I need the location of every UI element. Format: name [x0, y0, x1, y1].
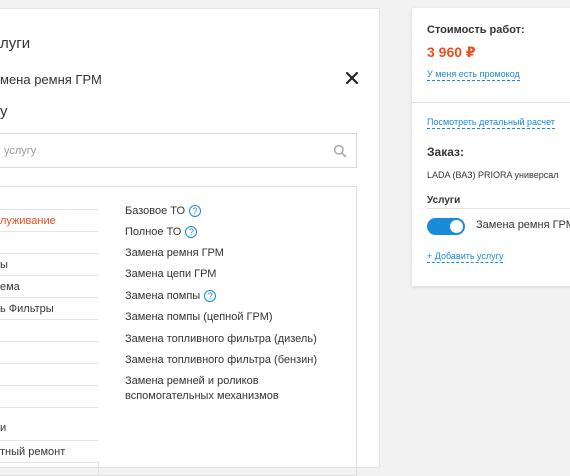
category-item[interactable]	[0, 232, 99, 254]
service-item-label: Замена ремня ГРМ	[125, 247, 224, 259]
service-item-label: Замена помпы (цепной ГРМ)	[125, 311, 273, 323]
service-item[interactable]: Замена топливного фильтра (бензин)	[125, 353, 317, 368]
category-item[interactable]	[0, 187, 99, 210]
panel-heading: луги	[0, 35, 31, 52]
selected-service-label: Замена ремня ГРМ	[476, 219, 570, 231]
service-item[interactable]: Замена помпы (цепной ГРМ)	[125, 310, 273, 325]
help-icon[interactable]: ?	[204, 290, 217, 302]
search-icon[interactable]	[333, 144, 347, 158]
services-label: Услуги	[427, 195, 461, 206]
category-item-filters[interactable]: ь Фильтры	[0, 298, 99, 320]
category-item[interactable]: ы	[0, 254, 99, 276]
category-item[interactable]	[0, 386, 99, 408]
service-item[interactable]: Замена помпы?	[125, 289, 217, 304]
service-catalog: луживание ы ема ь Фильтры и тный ремонт …	[0, 186, 357, 476]
order-summary-card: Стоимость работ: 3 960 ₽ У меня есть про…	[412, 8, 570, 286]
category-item[interactable]: и	[0, 408, 99, 441]
category-item[interactable]	[0, 342, 99, 364]
panel-subheading: у	[0, 103, 8, 120]
service-search-input[interactable]	[0, 134, 320, 167]
close-button[interactable]	[342, 68, 362, 88]
help-icon[interactable]: ?	[185, 226, 198, 238]
category-item-maintenance[interactable]: луживание	[0, 210, 99, 232]
cost-label: Стоимость работ:	[427, 24, 525, 36]
service-item[interactable]: Замена цепи ГРМ	[125, 267, 216, 282]
close-icon	[345, 71, 359, 85]
cost-value: 3 960 ₽	[427, 44, 476, 60]
service-item-label: Замена топливного фильтра (дизель)	[125, 333, 317, 345]
service-item-label: Замена помпы	[125, 290, 201, 302]
category-item[interactable]	[0, 320, 99, 342]
service-item-label: Базовое ТО	[125, 205, 186, 217]
category-item[interactable]: тный ремонт	[0, 441, 99, 463]
service-item-label: Полное ТО	[125, 226, 182, 238]
selected-service-title: мена ремня ГРМ	[0, 72, 102, 87]
order-label: Заказ:	[427, 145, 464, 159]
category-list: луживание ы ема ь Фильтры и тный ремонт	[0, 187, 99, 475]
category-item[interactable]	[0, 364, 99, 386]
service-toggle[interactable]	[427, 218, 465, 235]
promo-code-link[interactable]: У меня есть промокод	[427, 69, 520, 81]
service-item[interactable]: Замена ремней и роликов вспомогательных …	[125, 374, 325, 404]
service-item-label: Замена ремней и роликов вспомогательных …	[125, 375, 279, 402]
add-service-link[interactable]: + Добавить услугу	[427, 251, 504, 263]
detailed-calculation-link[interactable]: Посмотреть детальный расчет	[427, 117, 555, 129]
service-item[interactable]: Замена топливного фильтра (дизель)	[125, 332, 317, 347]
divider	[427, 208, 570, 209]
service-item-label: Замена цепи ГРМ	[125, 268, 217, 280]
service-item[interactable]: Базовое ТО?	[125, 204, 202, 219]
toggle-knob	[450, 220, 463, 233]
service-search-box	[0, 133, 357, 168]
category-item[interactable]: ема	[0, 276, 99, 298]
car-name: LADA (ВАЗ) PRIORA универсал	[427, 170, 559, 180]
service-item[interactable]: Замена ремня ГРМ	[125, 246, 224, 261]
service-item[interactable]: Полное ТО?	[125, 225, 198, 240]
help-icon[interactable]: ?	[189, 205, 202, 217]
divider	[412, 102, 570, 103]
service-picker-panel: луги мена ремня ГРМ у луживание ы ема ь …	[0, 8, 380, 476]
service-item-label: Замена топливного фильтра (бензин)	[125, 354, 317, 366]
